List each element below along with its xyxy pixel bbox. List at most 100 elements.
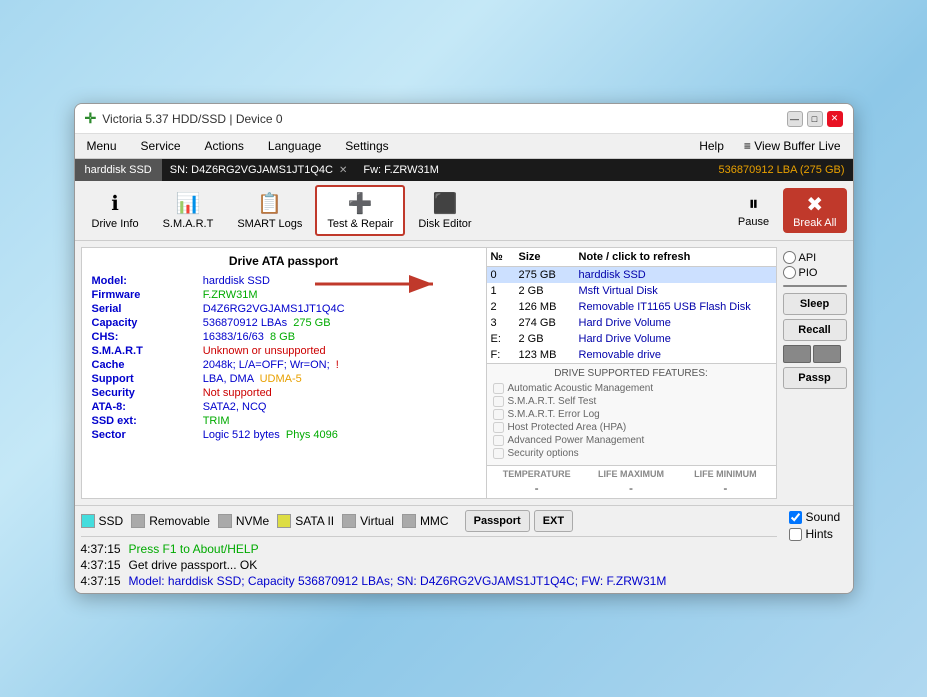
virtual-checkbox-group: Virtual [342, 514, 394, 528]
drive-list-row[interactable]: 2 126 MB Removable IT1165 USB Flash Disk [487, 299, 776, 315]
table-row: Capacity 536870912 LBAs 275 GB [88, 316, 480, 330]
break-icon: ✖ [806, 192, 823, 217]
menubar: Menu Service Actions Language Settings H… [75, 134, 853, 159]
passp-button[interactable]: Passp [783, 367, 847, 389]
row-value: 16383/16/63 8 GB [199, 330, 480, 344]
test-repair-label: Test & Repair [327, 218, 393, 230]
passport-button[interactable]: Passport [465, 510, 530, 532]
table-row: Model: harddisk SSD [88, 274, 480, 288]
row-value: 536870912 LBAs 275 GB [199, 316, 480, 330]
maximize-button[interactable]: □ [807, 111, 823, 127]
sleep-button[interactable]: Sleep [783, 293, 847, 315]
recall-button[interactable]: Recall [783, 319, 847, 341]
pio-radio-input[interactable] [783, 266, 796, 279]
hints-label: Hints [806, 527, 833, 541]
drive-info-icon: ℹ [111, 191, 119, 216]
device-bar: harddisk SSD SN: D4Z6RG2VGJAMS1JT1Q4C ✕ … [75, 159, 853, 181]
drive-list-row[interactable]: 0 275 GB harddisk SSD [487, 267, 776, 283]
removable-checkbox-group: Removable [131, 514, 210, 528]
feature-checkbox-6 [493, 448, 504, 459]
small-btn-1[interactable] [783, 345, 811, 363]
row-value: D4Z6RG2VGJAMS1JT1Q4C [199, 302, 480, 316]
device-tab[interactable]: harddisk SSD [75, 159, 162, 181]
sata-label: SATA II [295, 514, 334, 528]
log-entry-1: 4:37:15 Press F1 to About/HELP [81, 541, 777, 557]
table-row: Cache 2048k; L/A=OFF; Wr=ON; ! [88, 358, 480, 372]
menu-item-actions[interactable]: Actions [201, 137, 248, 155]
app-icon: ✛ [85, 110, 97, 127]
hints-row[interactable]: Hints [789, 527, 849, 541]
sound-row[interactable]: Sound [789, 510, 849, 524]
close-button[interactable]: ✕ [827, 111, 843, 127]
smart-button[interactable]: 📊 S.M.A.R.T [152, 186, 225, 235]
menu-item-service[interactable]: Service [137, 137, 185, 155]
api-radio-input[interactable] [783, 251, 796, 264]
pio-label: PIO [799, 267, 818, 279]
left-panel-title: Drive ATA passport [88, 254, 480, 268]
drive-info-label: Drive Info [92, 218, 139, 230]
table-row: S.M.A.R.T Unknown or unsupported [88, 344, 480, 358]
pio-radio[interactable]: PIO [783, 266, 847, 279]
device-lba: 536870912 LBA (275 GB) [711, 161, 853, 179]
virtual-label: Virtual [360, 514, 394, 528]
view-buffer-live-button[interactable]: ≡ View Buffer Live [740, 137, 845, 155]
feature-item: Automatic Acoustic Management [493, 383, 770, 394]
content-area: Drive ATA passport Model: harddisk SSD F… [75, 241, 853, 505]
feature-label: Advanced Power Management [508, 435, 645, 446]
log-message: Model: harddisk SSD; Capacity 536870912 … [129, 574, 667, 588]
row-note: Hard Drive Volume [579, 317, 772, 329]
toolbar: ℹ Drive Info 📊 S.M.A.R.T 📋 SMART Logs ➕ … [75, 181, 853, 241]
pause-label: Pause [738, 216, 769, 228]
menu-item-language[interactable]: Language [264, 137, 325, 155]
break-all-button[interactable]: ✖ Break All [783, 188, 846, 233]
log-time: 4:37:15 [81, 542, 121, 556]
small-btn-2[interactable] [813, 345, 841, 363]
sound-checkbox[interactable] [789, 511, 802, 524]
row-value: Logic 512 bytes Phys 4096 [199, 428, 480, 442]
api-label: API [799, 252, 817, 264]
table-row: ATA-8: SATA2, NCQ [88, 400, 480, 414]
menu-item-settings[interactable]: Settings [341, 137, 392, 155]
ssd-label: SSD [99, 514, 124, 528]
temperature-box: TEMPERATURE - [491, 469, 583, 495]
drive-info-button[interactable]: ℹ Drive Info [81, 186, 150, 235]
removable-color-box [131, 514, 145, 528]
features-section: DRIVE SUPPORTED FEATURES: Automatic Acou… [487, 363, 776, 465]
table-row: Sector Logic 512 bytes Phys 4096 [88, 428, 480, 442]
menu-item-help[interactable]: Help [695, 137, 728, 155]
sn-close-button[interactable]: ✕ [339, 165, 347, 176]
table-row: Serial D4Z6RG2VGJAMS1JT1Q4C [88, 302, 480, 316]
drive-list-row[interactable]: F: 123 MB Removable drive [487, 347, 776, 363]
main-window: ✛ Victoria 5.37 HDD/SSD | Device 0 — □ ✕… [74, 103, 854, 594]
api-pio-group: API PIO [783, 251, 847, 279]
table-row: Firmware F.ZRW31M [88, 288, 480, 302]
break-label: Break All [793, 217, 836, 229]
disk-editor-icon: ⬛ [433, 191, 458, 216]
row-label: Capacity [88, 316, 199, 330]
row-size: 2 GB [519, 285, 579, 297]
api-radio[interactable]: API [783, 251, 847, 264]
test-repair-icon: ➕ [348, 191, 373, 216]
table-row: Security Not supported [88, 386, 480, 400]
row-size: 126 MB [519, 301, 579, 313]
drive-list-row[interactable]: 1 2 GB Msft Virtual Disk [487, 283, 776, 299]
drive-list-row[interactable]: 3 274 GB Hard Drive Volume [487, 315, 776, 331]
row-note: harddisk SSD [579, 269, 772, 281]
drive-list-row[interactable]: E: 2 GB Hard Drive Volume [487, 331, 776, 347]
virtual-color-box [342, 514, 356, 528]
feature-checkbox-5 [493, 435, 504, 446]
table-row: SSD ext: TRIM [88, 414, 480, 428]
hints-checkbox[interactable] [789, 528, 802, 541]
ext-button[interactable]: EXT [534, 510, 573, 532]
titlebar-left: ✛ Victoria 5.37 HDD/SSD | Device 0 [85, 110, 283, 127]
window-title: Victoria 5.37 HDD/SSD | Device 0 [102, 112, 282, 126]
test-repair-button[interactable]: ➕ Test & Repair [315, 185, 405, 236]
minimize-button[interactable]: — [787, 111, 803, 127]
disk-editor-button[interactable]: ⬛ Disk Editor [407, 186, 482, 235]
feature-item: Security options [493, 448, 770, 459]
row-size: 275 GB [519, 269, 579, 281]
menu-item-menu[interactable]: Menu [83, 137, 121, 155]
feature-label: Host Protected Area (HPA) [508, 422, 627, 433]
smart-logs-button[interactable]: 📋 SMART Logs [226, 186, 313, 235]
pause-button[interactable]: ⏸ Pause [726, 189, 781, 232]
